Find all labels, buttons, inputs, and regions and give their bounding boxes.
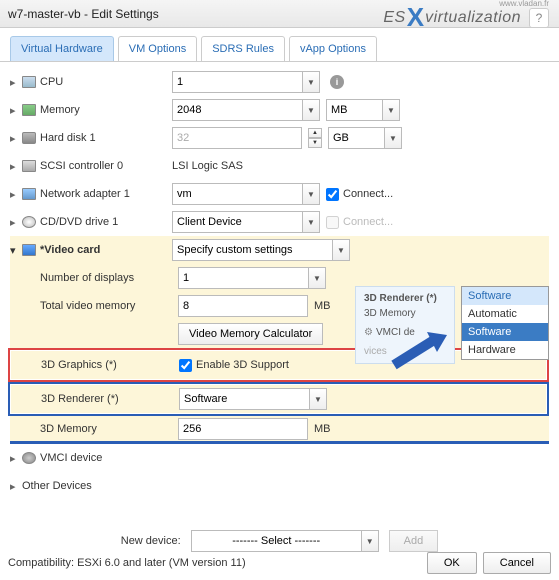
chevron-down-icon[interactable]: ▼ [302, 99, 320, 121]
row-memory: ▸ Memory ▼ ▼ [10, 96, 549, 124]
chevron-down-icon[interactable]: ▼ [382, 99, 400, 121]
mem3d-input[interactable] [178, 418, 308, 440]
dropdown-option[interactable]: Hardware [462, 341, 548, 359]
row-scsi: ▸ SCSI controller 0 LSI Logic SAS [10, 152, 549, 180]
expand-icon[interactable]: ▸ [10, 160, 22, 173]
network-icon [22, 188, 36, 200]
enable-3d-checkbox[interactable] [179, 359, 192, 372]
disk-unit[interactable]: ▼ [328, 127, 402, 149]
expand-icon[interactable]: ▸ [10, 480, 22, 493]
titlebar: w7-master-vb - Edit Settings www.vladan.… [0, 0, 559, 28]
compatibility-text: Compatibility: ESXi 6.0 and later (VM ve… [8, 557, 421, 569]
chevron-down-icon[interactable]: ▼ [302, 71, 320, 93]
help-icon[interactable]: ? [529, 8, 549, 28]
cddvd-select[interactable]: ▼ [172, 211, 320, 233]
video-memory-calculator-button[interactable]: Video Memory Calculator [178, 323, 323, 345]
chevron-down-icon[interactable]: ▼ [361, 530, 379, 552]
row-videocard: ▾ *Video card ▼ [10, 236, 549, 264]
cancel-button[interactable]: Cancel [483, 552, 551, 574]
new-device-select[interactable]: ▼ [191, 530, 379, 552]
memory-unit[interactable]: ▼ [326, 99, 400, 121]
chevron-down-icon[interactable]: ▼ [309, 388, 327, 410]
window-title: w7-master-vb - Edit Settings [8, 7, 159, 21]
memory-input[interactable]: ▼ [172, 99, 320, 121]
scsi-value: LSI Logic SAS [172, 160, 243, 172]
disk-icon [22, 132, 36, 144]
dropdown-option-selected[interactable]: Software [462, 323, 548, 341]
row-3d-memory: 3D Memory MB [10, 416, 549, 444]
logo-x-icon: X [407, 2, 424, 33]
spinner[interactable]: ▲▼ [308, 128, 322, 148]
tab-bar: Virtual Hardware VM Options SDRS Rules v… [0, 28, 559, 62]
video-settings-select[interactable]: ▼ [172, 239, 350, 261]
expand-icon[interactable]: ▸ [10, 76, 22, 89]
cpu-select[interactable]: ▼ [172, 71, 320, 93]
tab-vm-options[interactable]: VM Options [118, 36, 197, 61]
memory-icon [22, 104, 36, 116]
tab-vapp-options[interactable]: vApp Options [289, 36, 377, 61]
brand-logo: www.vladan.fr ES X virtualization ? [383, 2, 549, 33]
expand-icon[interactable]: ▸ [10, 188, 22, 201]
cpu-icon [22, 76, 36, 88]
chevron-down-icon[interactable]: ▼ [302, 211, 320, 233]
row-vmci: ▸ VMCI device [10, 444, 549, 472]
row-3d-renderer: 3D Renderer (*) ▼ [11, 385, 546, 413]
chevron-down-icon[interactable]: ▼ [302, 183, 320, 205]
dropdown-option[interactable]: Automatic [462, 305, 548, 323]
footer: Compatibility: ESXi 6.0 and later (VM ve… [8, 552, 551, 574]
renderer-select[interactable]: ▼ [179, 388, 327, 410]
expand-icon[interactable]: ▸ [10, 132, 22, 145]
new-device-label: New device: [121, 535, 181, 547]
expand-icon[interactable]: ▸ [10, 452, 22, 465]
network-connect-checkbox[interactable] [326, 188, 339, 201]
ok-button[interactable]: OK [427, 552, 477, 574]
row-cpu: ▸ CPU ▼ i [10, 68, 549, 96]
tab-sdrs-rules[interactable]: SDRS Rules [201, 36, 285, 61]
video-icon [22, 244, 36, 256]
expand-icon[interactable]: ▸ [10, 104, 22, 117]
info-icon[interactable]: i [330, 75, 344, 89]
add-button[interactable]: Add [389, 530, 439, 552]
displays-select[interactable]: ▼ [178, 267, 326, 289]
row-cddvd: ▸ CD/DVD drive 1 ▼ Connect... [10, 208, 549, 236]
total-video-memory-input[interactable] [178, 295, 308, 317]
annotation-arrow-icon [389, 330, 449, 370]
tab-virtual-hardware[interactable]: Virtual Hardware [10, 36, 114, 61]
cd-icon [22, 216, 36, 228]
gear-icon: ⚙ [364, 327, 373, 338]
row-harddisk: ▸ Hard disk 1 ▲▼ ▼ [10, 124, 549, 152]
network-select[interactable]: ▼ [172, 183, 320, 205]
renderer-dropdown-menu[interactable]: Software Automatic Software Hardware [461, 286, 549, 360]
expand-icon[interactable]: ▸ [10, 216, 22, 229]
cddvd-connect-checkbox [326, 216, 339, 229]
row-other-devices: ▸ Other Devices [10, 472, 549, 500]
dropdown-option[interactable]: Software [462, 287, 548, 305]
chevron-down-icon[interactable]: ▼ [384, 127, 402, 149]
chevron-down-icon[interactable]: ▼ [308, 267, 326, 289]
chevron-down-icon[interactable]: ▼ [332, 239, 350, 261]
row-network: ▸ Network adapter 1 ▼ Connect... [10, 180, 549, 208]
gear-icon [22, 452, 36, 464]
scsi-icon [22, 160, 36, 172]
collapse-icon[interactable]: ▾ [10, 244, 22, 257]
disk-size-input[interactable] [172, 127, 302, 149]
